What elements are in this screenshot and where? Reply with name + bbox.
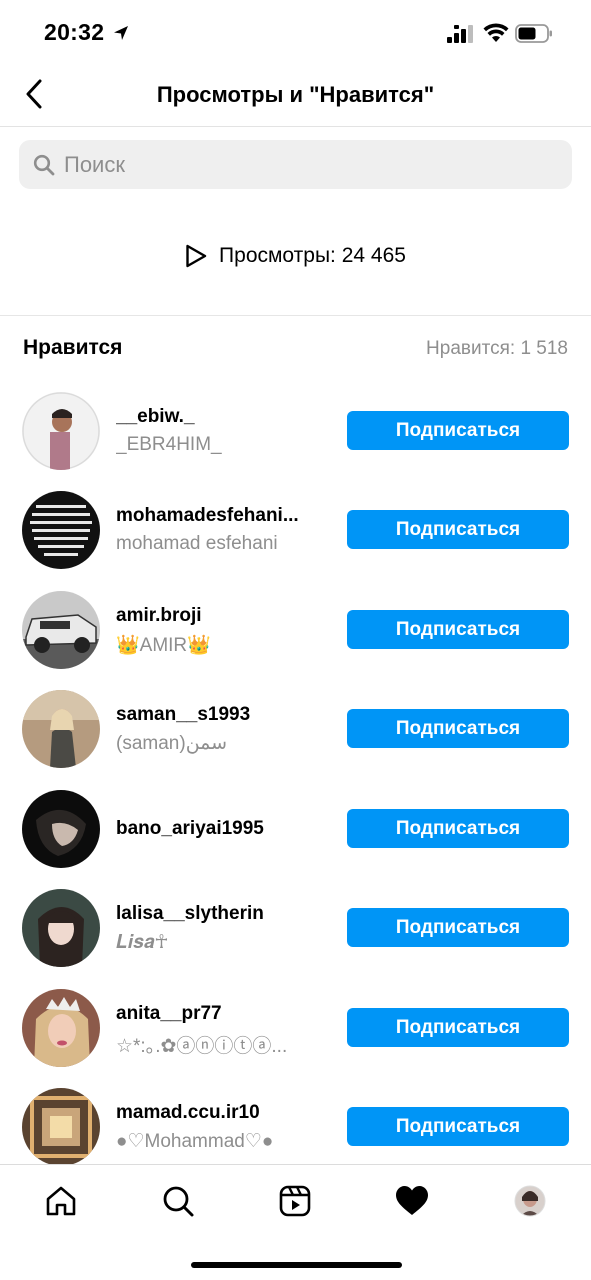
status-time: 20:32 xyxy=(44,19,105,45)
follow-button[interactable]: Подписаться xyxy=(347,510,569,549)
status-bar: 20:32 xyxy=(0,0,591,66)
full-name: _EBR4HIM_ xyxy=(116,434,222,455)
username[interactable]: __ebiw._ xyxy=(116,406,316,428)
page-title: Просмотры и "Нравится" xyxy=(156,82,435,107)
play-icon xyxy=(186,244,207,268)
avatar[interactable] xyxy=(22,491,100,569)
follow-button[interactable]: Подписаться xyxy=(347,1107,569,1146)
tab-reels[interactable] xyxy=(273,1179,317,1223)
likes-count: Нравится: 1 518 xyxy=(426,338,568,359)
list-item[interactable]: __ebiw._ _EBR4HIM_ Подписаться xyxy=(0,392,591,491)
follow-button[interactable]: Подписаться xyxy=(347,610,569,649)
list-item[interactable]: bano_ariyai1995 Подписаться xyxy=(0,790,591,889)
list-item[interactable]: anita__pr77 ☆*:｡.✿ⓐⓝⓘⓣⓐ... Подписаться xyxy=(0,989,591,1088)
username[interactable]: bano_ariyai1995 xyxy=(116,818,316,840)
home-indicator xyxy=(191,1262,402,1268)
full-name: ●♡Mohammad♡● xyxy=(116,1131,274,1152)
heart-icon xyxy=(396,1186,428,1215)
username[interactable]: mohamadesfehani... xyxy=(116,505,316,527)
username[interactable]: mamad.ccu.ir10 xyxy=(116,1102,316,1124)
views-count: Просмотры: 24 465 xyxy=(219,244,406,267)
full-name: mohamad esfehani xyxy=(116,533,278,554)
list-item[interactable]: mohamadesfehani... mohamad esfehani Подп… xyxy=(0,491,591,590)
follow-button[interactable]: Подписаться xyxy=(347,1008,569,1047)
search-bar[interactable] xyxy=(19,140,572,189)
search-icon xyxy=(33,154,55,175)
full-name: 👑AMIR👑 xyxy=(116,635,211,656)
battery-icon xyxy=(515,24,552,43)
tab-home[interactable] xyxy=(39,1179,83,1223)
username[interactable]: amir.broji xyxy=(116,605,316,627)
follow-button[interactable]: Подписаться xyxy=(347,411,569,450)
reels-icon xyxy=(279,1185,311,1217)
full-name: 𝑳𝒊𝒔𝒂☥ xyxy=(116,932,169,953)
avatar[interactable] xyxy=(22,889,100,967)
tab-profile[interactable] xyxy=(508,1179,552,1223)
home-icon xyxy=(46,1186,76,1216)
cellular-signal-icon xyxy=(447,25,473,43)
username[interactable]: anita__pr77 xyxy=(116,1003,316,1025)
avatar[interactable] xyxy=(22,690,100,768)
avatar[interactable] xyxy=(22,591,100,669)
views-row: Просмотры: 24 465 xyxy=(0,226,591,286)
avatar[interactable] xyxy=(22,392,100,470)
full-name: ☆*:｡.✿ⓐⓝⓘⓣⓐ... xyxy=(116,1036,288,1057)
username[interactable]: saman__s1993 xyxy=(116,704,316,726)
divider xyxy=(0,315,591,316)
list-item[interactable]: lalisa__slytherin 𝑳𝒊𝒔𝒂☥ Подписаться xyxy=(0,889,591,988)
follow-button[interactable]: Подписаться xyxy=(347,709,569,748)
avatar[interactable] xyxy=(22,1088,100,1166)
profile-avatar xyxy=(514,1185,546,1217)
tab-search[interactable] xyxy=(156,1179,200,1223)
search-input[interactable] xyxy=(64,151,544,178)
wifi-icon xyxy=(483,23,509,42)
likes-section-title: Нравится xyxy=(23,336,123,359)
full-name: (saman)سمن xyxy=(116,733,228,754)
list-item[interactable]: saman__s1993 (saman)سمن Подписаться xyxy=(0,690,591,789)
follow-button[interactable]: Подписаться xyxy=(347,809,569,848)
nav-header: Просмотры и "Нравится" xyxy=(0,66,591,127)
tab-activity[interactable] xyxy=(390,1179,434,1223)
search-icon xyxy=(163,1186,194,1217)
avatar[interactable] xyxy=(22,989,100,1067)
list-item[interactable]: amir.broji 👑AMIR👑 Подписаться xyxy=(0,591,591,690)
avatar[interactable] xyxy=(22,790,100,868)
username[interactable]: lalisa__slytherin xyxy=(116,903,316,925)
location-arrow-icon xyxy=(114,26,128,40)
follow-button[interactable]: Подписаться xyxy=(347,908,569,947)
